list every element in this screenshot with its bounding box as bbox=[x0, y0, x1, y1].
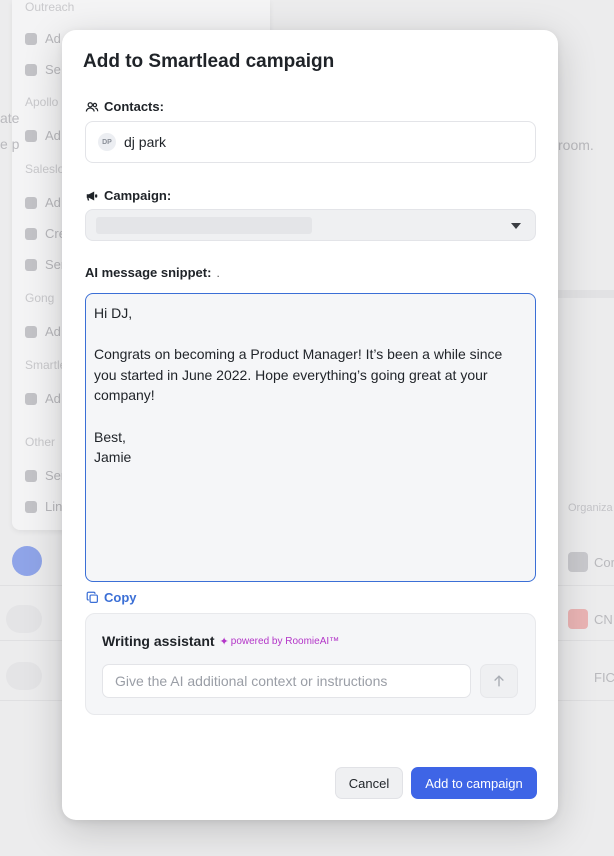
background-text: Cor bbox=[594, 555, 614, 570]
background-text: room. bbox=[558, 137, 594, 153]
campaign-selected-value bbox=[96, 217, 312, 234]
contacts-label-text: Contacts: bbox=[104, 99, 164, 114]
background-text: CN bbox=[594, 612, 613, 627]
writing-assistant-title: Writing assistant ✦ powered by RoomieAI™ bbox=[102, 633, 339, 649]
company-logo-icon bbox=[568, 552, 588, 572]
menu-section-apollo: Apollo bbox=[25, 95, 59, 109]
shield-icon bbox=[25, 32, 37, 45]
company-logo-icon bbox=[568, 609, 588, 629]
users-icon bbox=[85, 101, 99, 112]
campaign-label: Campaign: bbox=[85, 188, 171, 203]
chevron-down-icon bbox=[511, 223, 521, 229]
cancel-button[interactable]: Cancel bbox=[335, 767, 403, 799]
snippet-label-marker: . bbox=[216, 265, 220, 280]
menu-item: Ser bbox=[25, 257, 65, 272]
apollo-icon bbox=[25, 129, 37, 142]
menu-item: Ad bbox=[25, 128, 61, 143]
send-instructions-button[interactable] bbox=[480, 664, 518, 698]
background-text: ate bbox=[0, 110, 20, 126]
menu-section-gong: Gong bbox=[25, 291, 55, 305]
avatar: DP bbox=[98, 133, 116, 151]
mail-icon bbox=[25, 469, 37, 482]
menu-item: Ad bbox=[25, 391, 61, 406]
add-to-campaign-modal: Add to Smartlead campaign Contacts: DP d… bbox=[62, 30, 558, 820]
powered-by-text: powered by RoomieAI™ bbox=[230, 635, 340, 647]
background-dropdown-button bbox=[12, 546, 42, 576]
arrow-up-icon bbox=[494, 675, 504, 687]
writing-assistant-panel: Writing assistant ✦ powered by RoomieAI™ bbox=[85, 613, 536, 715]
copy-button[interactable]: Copy bbox=[86, 590, 137, 605]
gong-icon bbox=[25, 325, 37, 338]
menu-item: Se bbox=[25, 62, 61, 77]
background-chip bbox=[6, 605, 42, 633]
menu-section-other: Other bbox=[25, 435, 56, 449]
campaign-label-text: Campaign: bbox=[104, 188, 172, 203]
sparkle-icon: ✦ bbox=[219, 635, 229, 648]
salesloft-icon bbox=[25, 227, 37, 240]
linkedin-icon bbox=[25, 500, 37, 513]
menu-item: Ad bbox=[25, 324, 61, 339]
add-to-campaign-button[interactable]: Add to campaign bbox=[411, 767, 537, 799]
snippet-label: AI message snippet: . bbox=[85, 265, 220, 280]
copy-icon bbox=[86, 591, 98, 603]
background-text: e p bbox=[0, 136, 20, 152]
background-chip bbox=[6, 662, 42, 690]
menu-item: Cre bbox=[25, 226, 66, 241]
campaign-select[interactable] bbox=[85, 209, 536, 241]
contacts-field[interactable]: DP dj park bbox=[85, 121, 536, 163]
snippet-label-text: AI message snippet: bbox=[85, 265, 212, 280]
salesloft-icon bbox=[25, 258, 37, 271]
background-column-header: Organiza bbox=[568, 502, 613, 514]
menu-item: Ad bbox=[25, 31, 61, 46]
message-snippet-textarea[interactable]: Hi DJ, Congrats on becoming a Product Ma… bbox=[85, 293, 536, 582]
background-text: FIC bbox=[594, 670, 614, 685]
contact-name: dj park bbox=[124, 134, 167, 150]
modal-title: Add to Smartlead campaign bbox=[83, 51, 335, 72]
menu-item: Ad bbox=[25, 195, 61, 210]
menu-section-outreach: Outreach bbox=[25, 0, 75, 14]
powered-by-badge: ✦ powered by RoomieAI™ bbox=[220, 635, 340, 648]
megaphone-icon bbox=[25, 392, 37, 405]
contacts-label: Contacts: bbox=[85, 99, 164, 114]
assistant-instructions-input[interactable] bbox=[102, 664, 471, 698]
salesloft-icon bbox=[25, 196, 37, 209]
megaphone-icon bbox=[86, 190, 98, 201]
shield-icon bbox=[25, 63, 37, 76]
copy-label: Copy bbox=[104, 590, 137, 605]
writing-assistant-label: Writing assistant bbox=[102, 633, 215, 649]
